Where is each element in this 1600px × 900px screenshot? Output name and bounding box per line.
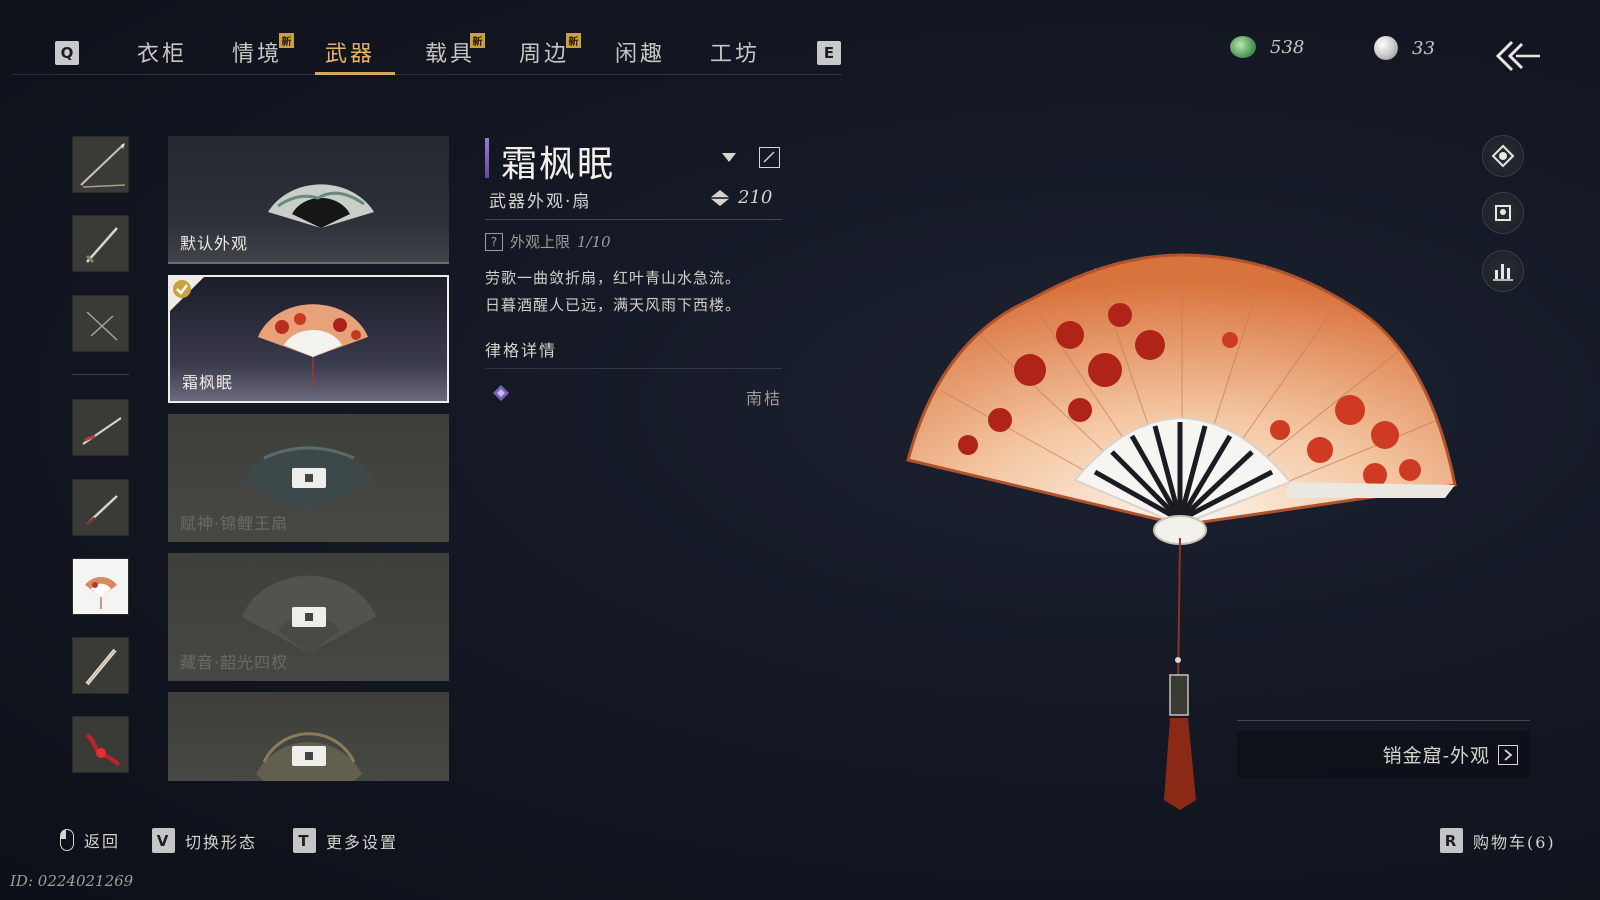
back-hint[interactable]: 返回: [60, 828, 120, 852]
item-type: 武器外观·扇: [489, 192, 592, 212]
skin-card-default[interactable]: 默认外观: [168, 136, 449, 264]
long-blade-icon: [82, 417, 122, 445]
tab-peripheral[interactable]: 周边: [519, 36, 569, 68]
locked-fan-image: [256, 732, 362, 781]
prev-tab-key[interactable]: Q: [55, 41, 79, 65]
divider: [485, 368, 782, 369]
limit-label: 外观上限: [510, 233, 571, 251]
category-long-blade[interactable]: [72, 399, 129, 456]
limit-value: 1/10: [577, 232, 611, 251]
equipped-check-icon: [170, 277, 204, 311]
lock-icon: [292, 746, 326, 766]
title-accent-bar: [485, 138, 489, 178]
category-fan[interactable]: [72, 558, 129, 615]
twin-blades-icon: [86, 311, 118, 341]
external-link-icon: [1498, 744, 1518, 765]
skin-card-label: 默认外观: [180, 234, 249, 253]
tab-vehicle[interactable]: 载具: [425, 36, 475, 68]
poem-line: 劳歌一曲敛折扇，红叶青山水急流。: [485, 269, 742, 287]
category-divider: [72, 374, 129, 375]
section-title: 律格详情: [485, 341, 558, 360]
help-icon[interactable]: ?: [485, 232, 503, 251]
divider: [485, 219, 782, 220]
edit-icon[interactable]: [759, 147, 780, 168]
rule-gem-icon: [493, 385, 509, 401]
new-badge: 新: [279, 33, 294, 48]
item-title: 霜枫眠: [501, 144, 616, 185]
key-r: R: [1440, 828, 1463, 853]
rule-name: 南桔: [745, 389, 782, 408]
poem-line: 日暮酒醒人已远，满天风雨下西楼。: [485, 296, 742, 314]
dropdown-icon[interactable]: [722, 153, 736, 162]
red-rope-dart-icon: [85, 733, 121, 767]
fan-icon: [85, 577, 117, 609]
category-spear[interactable]: [72, 136, 129, 193]
jade-currency: 538: [1230, 36, 1304, 58]
shop-divider: [1237, 720, 1530, 721]
top-nav: Q 衣柜 情境 新 武器 载具 新 周边 新 闲趣 工坊 E: [0, 0, 850, 76]
skin-card-label: 赋神·锦鲤王扇: [180, 514, 289, 533]
category-rope-dart[interactable]: [72, 716, 129, 773]
mouse-icon: [60, 829, 74, 851]
key-t: T: [293, 828, 316, 853]
skin-card-locked[interactable]: [168, 692, 449, 781]
cart-hint[interactable]: R 购物车(6): [1440, 828, 1556, 853]
player-id: ID: 0224021269: [10, 872, 134, 890]
shop-label: 销金窟-外观: [1382, 745, 1490, 767]
tab-workshop[interactable]: 工坊: [710, 36, 760, 68]
appearance-score: 210: [710, 187, 772, 208]
tab-wardrobe[interactable]: 衣柜: [137, 36, 187, 68]
hint-label: 返回: [84, 832, 121, 851]
compass-icon: [1491, 144, 1515, 168]
shop-link[interactable]: 销金窟-外观: [1237, 731, 1530, 778]
score-value: 210: [738, 187, 773, 208]
item-description: 劳歌一曲敛折扇，红叶青山水急流。 日暮酒醒人已远，满天风雨下西楼。: [485, 265, 741, 319]
category-sword[interactable]: [72, 215, 129, 272]
jade-amount: 538: [1270, 36, 1305, 58]
skin-card-koi-king[interactable]: 赋神·锦鲤王扇: [168, 414, 449, 542]
view-toggle-button[interactable]: [1482, 135, 1524, 177]
hint-label: 更多设置: [326, 832, 399, 852]
new-badge: 新: [566, 33, 581, 48]
tab-leisure[interactable]: 闲趣: [615, 36, 665, 68]
pearl-icon: [1374, 36, 1398, 60]
skin-card-frost-maple[interactable]: 霜枫眠: [168, 275, 449, 403]
spear-icon: [80, 143, 126, 188]
pearl-currency: 33: [1374, 36, 1435, 60]
lock-icon: [292, 607, 326, 627]
key-v: V: [152, 828, 175, 853]
tab-scene[interactable]: 情境: [232, 36, 282, 68]
category-dagger[interactable]: [72, 479, 129, 536]
pearl-amount: 33: [1412, 37, 1435, 59]
lock-icon: [292, 468, 326, 488]
hint-label: 切换形态: [185, 832, 258, 852]
score-icon: [710, 189, 730, 206]
skin-card-label: 藏音·韶光四杈: [180, 653, 289, 672]
dagger-icon: [86, 495, 118, 526]
tab-weapon[interactable]: 武器: [325, 36, 375, 68]
skin-card-shaoguang[interactable]: 藏音·韶光四杈: [168, 553, 449, 681]
nav-divider: [12, 74, 842, 75]
umbrella-icon: [85, 648, 117, 686]
sword-icon: [85, 227, 118, 264]
appearance-limit: ? 外观上限 1/10: [485, 231, 611, 252]
more-settings-hint[interactable]: T 更多设置: [293, 828, 398, 853]
jade-coin-icon: [1230, 36, 1256, 58]
new-badge: 新: [470, 33, 485, 48]
weapon-preview-image: [906, 253, 1457, 810]
back-arrow-icon[interactable]: [1492, 38, 1544, 74]
category-twin-blades[interactable]: [72, 295, 129, 352]
skin-card-label: 霜枫眠: [182, 373, 234, 392]
category-umbrella[interactable]: [72, 637, 129, 694]
cart-label: 购物车(6): [1473, 832, 1556, 852]
switch-form-hint[interactable]: V 切换形态: [152, 828, 257, 853]
next-tab-key[interactable]: E: [817, 41, 841, 65]
